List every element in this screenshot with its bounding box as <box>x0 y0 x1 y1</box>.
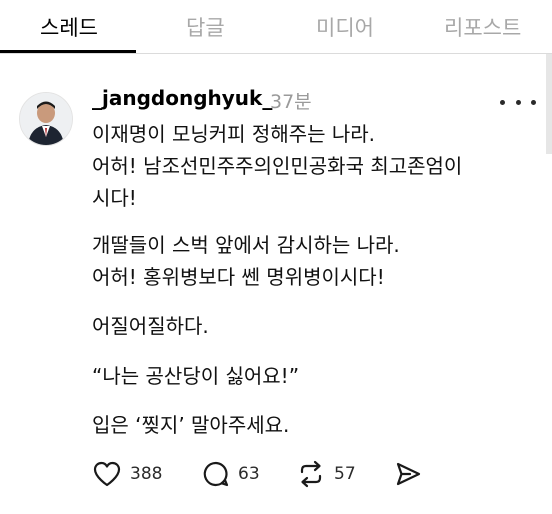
tab-replies[interactable]: 답글 <box>186 12 225 42</box>
scrollbar[interactable] <box>546 54 552 154</box>
post-body: 이재명이 모닝커피 정해주는 나라. 어허! 남조선민주주의인민공화국 최고존엄… <box>92 118 532 214</box>
post-paragraph: 이재명이 모닝커피 정해주는 나라. 어허! 남조선민주주의인민공화국 최고존엄… <box>92 122 463 210</box>
like-button[interactable]: 388 <box>92 458 162 490</box>
repost-count: 57 <box>334 464 356 484</box>
share-button[interactable] <box>394 458 422 490</box>
post-paragraph: 어질어질하다. <box>92 314 209 338</box>
repost-icon <box>300 460 322 488</box>
post-paragraph: 개딸들이 스벅 앞에서 감시하는 나라. 어허! 홍위병보다 쎈 명위병이시다! <box>92 233 400 289</box>
avatar-photo <box>20 93 72 145</box>
post-time: 37분 <box>270 91 312 113</box>
heart-icon <box>93 461 121 487</box>
post-body: “나는 공산당이 싫어요!” <box>92 360 532 392</box>
comment-icon <box>203 461 229 487</box>
post-paragraph: “나는 공산당이 싫어요!” <box>92 364 300 388</box>
post-body: 입은 ‘찢지’ 말아주세요. <box>92 409 532 441</box>
send-icon <box>396 462 421 486</box>
like-count: 388 <box>130 464 163 484</box>
more-icon[interactable] <box>500 92 536 112</box>
tab-reposts[interactable]: 리포스트 <box>444 12 521 42</box>
comment-count: 63 <box>238 464 260 484</box>
tabs-divider <box>0 53 552 54</box>
tab-threads[interactable]: 스레드 <box>40 12 98 42</box>
profile-tabs: 스레드 답글 미디어 리포스트 <box>0 0 552 53</box>
post-body: 개딸들이 스벅 앞에서 감시하는 나라. 어허! 홍위병보다 쎈 명위병이시다! <box>92 229 532 293</box>
repost-button[interactable]: 57 <box>296 458 356 490</box>
comment-button[interactable]: 63 <box>202 458 260 490</box>
post-body: 어질어질하다. <box>92 310 532 342</box>
avatar[interactable] <box>19 92 73 146</box>
tab-media[interactable]: 미디어 <box>316 12 374 42</box>
post-paragraph: 입은 ‘찢지’ 말아주세요. <box>92 413 290 437</box>
post-username[interactable]: _jangdonghyuk_ <box>92 86 272 110</box>
